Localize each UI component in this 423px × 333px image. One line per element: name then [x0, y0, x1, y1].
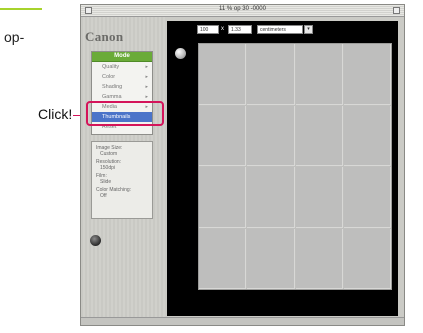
- thumbnail-slot[interactable]: [295, 105, 343, 166]
- eject-icon[interactable]: [90, 235, 101, 246]
- menu-item-label: Color: [102, 74, 116, 80]
- info-value: 150dpi: [100, 165, 116, 171]
- menu-header[interactable]: Mode: [92, 52, 152, 62]
- callout-highlight: [86, 101, 164, 126]
- thumbnail-slot[interactable]: [295, 228, 343, 289]
- preview-area: 100 x 1.33 centimeters ▾: [167, 21, 398, 316]
- submenu-arrow-icon: ▸: [145, 64, 148, 70]
- thumbnail-slot[interactable]: [199, 167, 247, 228]
- brand-logo: Canon: [85, 29, 124, 44]
- window-title: 11 % op 30 -0000: [219, 6, 266, 12]
- unit-select[interactable]: centimeters: [257, 25, 303, 34]
- thumbnail-slot[interactable]: [343, 105, 391, 166]
- submenu-arrow-icon: ▸: [145, 74, 148, 80]
- thumbnail-grid: [198, 43, 392, 290]
- page-edge-text: op-: [4, 29, 25, 45]
- menu-item[interactable]: Shading ▸: [92, 82, 152, 92]
- window-statusbar: [81, 317, 404, 325]
- info-value: Off: [100, 193, 107, 199]
- zoom-icon[interactable]: [393, 7, 400, 14]
- menu-item[interactable]: Color ▸: [92, 72, 152, 82]
- thumbnail-slot[interactable]: [343, 228, 391, 289]
- control-panel: Canon Mode Quality ▸ Color ▸ Shading ▸ Gamma ▸ M…: [81, 17, 165, 325]
- window-titlebar[interactable]: 11 % op 30 -0000: [81, 5, 404, 17]
- menu-item-label: Gamma: [102, 94, 122, 100]
- thumbnail-slot[interactable]: [247, 44, 295, 105]
- width-field[interactable]: 100: [197, 25, 219, 34]
- settings-info-panel: Image Size: Custom Resolution: 150dpi Film: S…: [91, 141, 153, 219]
- callout-label: Click!: [38, 106, 73, 122]
- thumbnail-slot[interactable]: [199, 44, 247, 105]
- dimension-separator: x: [221, 26, 224, 32]
- info-value: Slide: [100, 179, 112, 185]
- thumbnail-slot[interactable]: [199, 228, 247, 289]
- preview-knob-icon[interactable]: [175, 48, 186, 59]
- menu-item-label: Quality: [102, 64, 120, 70]
- chevron-down-icon[interactable]: ▾: [304, 25, 313, 34]
- thumbnail-slot[interactable]: [343, 167, 391, 228]
- thumbnail-slot[interactable]: [343, 44, 391, 105]
- thumbnail-slot[interactable]: [247, 228, 295, 289]
- height-field[interactable]: 1.33: [228, 25, 252, 34]
- thumbnail-slot[interactable]: [295, 44, 343, 105]
- info-value: Custom: [100, 151, 118, 157]
- submenu-arrow-icon: ▸: [145, 84, 148, 90]
- scanner-window: 11 % op 30 -0000 Canon Mode Quality ▸ Colo…: [80, 4, 405, 326]
- thumbnail-slot[interactable]: [295, 167, 343, 228]
- thumbnail-slot[interactable]: [247, 105, 295, 166]
- menu-item-label: Shading: [102, 84, 123, 90]
- menu-item[interactable]: Quality ▸: [92, 62, 152, 72]
- thumbnail-slot[interactable]: [199, 105, 247, 166]
- page-accent-rule: [0, 8, 42, 10]
- thumbnail-slot[interactable]: [247, 167, 295, 228]
